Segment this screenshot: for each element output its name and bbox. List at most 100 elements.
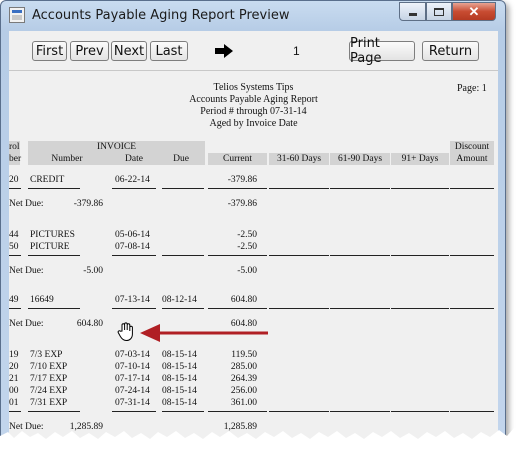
invoice-number-cell: 7/10 EXP bbox=[30, 362, 68, 372]
ctrl-underline bbox=[9, 308, 21, 309]
discount-underline bbox=[450, 411, 494, 412]
invoice-number-cell: 7/31 EXP bbox=[30, 398, 68, 408]
ctrl-number-cell: 49 bbox=[9, 295, 19, 305]
current-amount-cell: 119.50 bbox=[231, 350, 257, 360]
report-preview-window: Accounts Payable Aging Report Preview ✕ … bbox=[0, 0, 506, 440]
navigation-toolbar: First Prev Next Last 1 Print Page Return bbox=[9, 31, 498, 71]
col-number: Number bbox=[51, 154, 83, 164]
ctrl-number-cell: 21 bbox=[9, 374, 19, 384]
due-date-cell: 08-15-14 bbox=[162, 362, 197, 372]
invoice-number-cell: PICTURE bbox=[30, 242, 70, 252]
d61-underline bbox=[330, 188, 390, 189]
minimize-icon bbox=[408, 13, 417, 16]
date-underline bbox=[112, 308, 156, 309]
number-underline bbox=[28, 188, 80, 189]
first-page-button[interactable]: First bbox=[32, 41, 67, 61]
current-amount-cell: 604.80 bbox=[230, 295, 257, 305]
current-amount-cell: 361.00 bbox=[230, 398, 257, 408]
due-underline bbox=[162, 411, 204, 412]
invoice-date-cell: 07-17-14 bbox=[115, 374, 150, 384]
current-page-number: 1 bbox=[293, 44, 300, 58]
discount-underline bbox=[450, 308, 494, 309]
number-underline bbox=[28, 255, 80, 256]
title-bar[interactable]: Accounts Payable Aging Report Preview ✕ bbox=[1, 1, 505, 31]
ctrl-underline bbox=[9, 411, 21, 412]
col-current: Current bbox=[222, 154, 253, 164]
invoice-date-cell: 05-06-14 bbox=[115, 230, 150, 240]
col-discount-top: Discount bbox=[454, 142, 490, 152]
d91-underline bbox=[391, 308, 449, 309]
net-due-label: Net Due: bbox=[9, 199, 44, 209]
maximize-button[interactable] bbox=[426, 2, 452, 21]
previous-page-button[interactable]: Prev bbox=[70, 41, 109, 61]
close-button[interactable]: ✕ bbox=[452, 2, 496, 21]
d91-underline bbox=[391, 255, 449, 256]
app-icon bbox=[9, 7, 25, 23]
col-discount-bottom: Amount bbox=[456, 154, 488, 164]
torn-edge-decoration bbox=[0, 428, 521, 454]
col-due: Due bbox=[173, 154, 189, 164]
d61-underline bbox=[330, 411, 390, 412]
col-ctrl-bottom: ber bbox=[9, 154, 22, 164]
invoice-number-cell: 7/3 EXP bbox=[30, 350, 63, 360]
ctrl-number-cell: 44 bbox=[9, 230, 19, 240]
col-91: 91+ Days bbox=[401, 154, 439, 164]
col-61-90: 61-90 Days bbox=[337, 154, 383, 164]
current-underline bbox=[208, 188, 267, 189]
right-arrow-icon bbox=[215, 44, 233, 58]
report-period: Period # through 07-31-14 bbox=[200, 106, 307, 117]
due-underline bbox=[162, 255, 204, 256]
due-underline bbox=[162, 308, 204, 309]
minimize-button[interactable] bbox=[399, 2, 426, 21]
d31-underline bbox=[269, 255, 329, 256]
report-aged-by: Aged by Invoice Date bbox=[209, 118, 298, 129]
last-page-button[interactable]: Last bbox=[150, 41, 188, 61]
date-underline bbox=[112, 255, 156, 256]
current-underline bbox=[208, 308, 267, 309]
report-company: Telios Systems Tips bbox=[213, 82, 294, 93]
net-due-current: -379.86 bbox=[227, 199, 257, 209]
discount-underline bbox=[450, 255, 494, 256]
report-page: Telios Systems Tips Accounts Payable Agi… bbox=[9, 72, 498, 439]
current-amount-cell: -2.50 bbox=[237, 242, 257, 252]
d61-underline bbox=[330, 255, 390, 256]
net-due-value: -379.86 bbox=[73, 199, 103, 209]
annotation-arrow bbox=[140, 324, 268, 342]
col-date: Date bbox=[125, 154, 143, 164]
window-title: Accounts Payable Aging Report Preview bbox=[32, 8, 290, 23]
print-page-button[interactable]: Print Page bbox=[349, 36, 415, 66]
current-amount-cell: 285.00 bbox=[230, 362, 257, 372]
net-due-value: -5.00 bbox=[83, 266, 103, 276]
due-underline bbox=[162, 188, 204, 189]
d31-underline bbox=[269, 411, 329, 412]
invoice-number-cell: 16649 bbox=[30, 295, 54, 305]
current-underline bbox=[208, 411, 267, 412]
return-button[interactable]: Return bbox=[422, 41, 479, 61]
net-due-current: -5.00 bbox=[237, 266, 257, 276]
report-title: Accounts Payable Aging Report bbox=[189, 94, 318, 105]
next-page-button[interactable]: Next bbox=[111, 41, 147, 61]
due-date-cell: 08-15-14 bbox=[162, 374, 197, 384]
ctrl-number-cell: 01 bbox=[9, 398, 19, 408]
ctrl-underline bbox=[9, 188, 21, 189]
invoice-date-cell: 07-03-14 bbox=[115, 350, 150, 360]
d31-underline bbox=[269, 188, 329, 189]
col-invoice-group: INVOICE bbox=[96, 142, 137, 152]
current-underline bbox=[208, 255, 267, 256]
due-date-cell: 08-12-14 bbox=[162, 295, 197, 305]
current-amount-cell: 256.00 bbox=[230, 386, 257, 396]
close-icon: ✕ bbox=[468, 3, 480, 19]
due-date-cell: 08-15-14 bbox=[162, 350, 197, 360]
ctrl-underline bbox=[9, 255, 21, 256]
number-underline bbox=[28, 308, 80, 309]
net-due-value: 604.80 bbox=[76, 319, 103, 329]
invoice-date-cell: 07-24-14 bbox=[115, 386, 150, 396]
invoice-number-cell: 7/17 EXP bbox=[30, 374, 68, 384]
current-amount-cell: 264.39 bbox=[230, 374, 257, 384]
due-date-cell: 08-15-14 bbox=[162, 386, 197, 396]
invoice-number-cell: CREDIT bbox=[30, 175, 65, 185]
ctrl-number-cell: 20 bbox=[9, 362, 19, 372]
d61-underline bbox=[330, 308, 390, 309]
ctrl-number-cell: 00 bbox=[9, 386, 19, 396]
ctrl-number-cell: 20 bbox=[9, 175, 19, 185]
